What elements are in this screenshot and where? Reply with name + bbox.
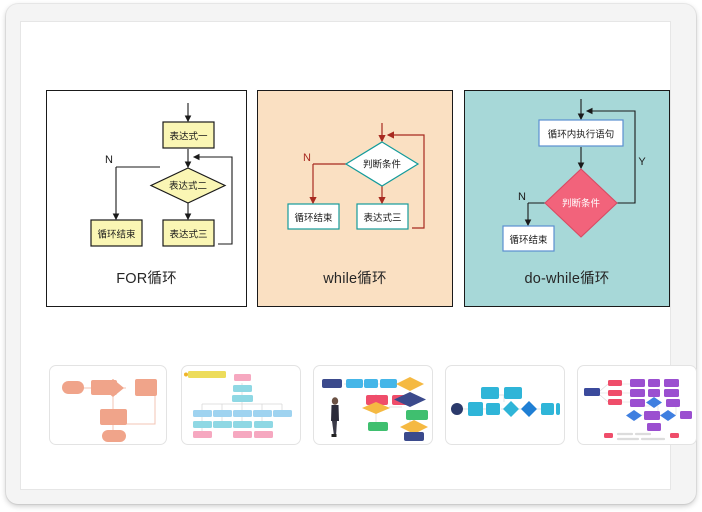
edge-label-n: N xyxy=(518,191,526,203)
thumbnail-flowchart-blue[interactable] xyxy=(445,365,565,445)
thumbnail-flowchart-person[interactable] xyxy=(313,365,433,445)
app-window: 表达式一 表达式二 循环结束 表达式三 N FOR循环 判断条件 循环结束 表达… xyxy=(6,4,697,504)
content-sheet: 表达式一 表达式二 循环结束 表达式三 N FOR循环 判断条件 循环结束 表达… xyxy=(20,21,697,490)
while-loop-flowchart: 判断条件 循环结束 表达式三 N xyxy=(258,91,452,251)
node-expr2: 表达式二 xyxy=(149,167,227,204)
node-loop-body: 循环内执行语句 xyxy=(538,119,624,147)
node-expr1: 表达式一 xyxy=(162,121,215,149)
thumbnail-flowchart-purple[interactable] xyxy=(577,365,697,445)
node-expr3: 表达式三 xyxy=(356,203,409,230)
thumbnail-flowchart-cyan[interactable] xyxy=(181,365,301,445)
panel-for-loop[interactable]: 表达式一 表达式二 循环结束 表达式三 N FOR循环 xyxy=(46,90,247,307)
panel-while-loop-title: while循环 xyxy=(323,271,387,287)
thumbnail-flowchart-salmon[interactable] xyxy=(49,365,167,445)
do-while-loop-flowchart: 循环内执行语句 判断条件 循环结束 N Y xyxy=(465,91,669,252)
node-loop-end: 循环结束 xyxy=(287,203,340,230)
node-loop-end-label: 循环结束 xyxy=(294,212,333,224)
node-condition-label: 判断条件 xyxy=(363,159,402,171)
panel-while-loop[interactable]: 判断条件 循环结束 表达式三 N while循环 xyxy=(257,90,453,307)
node-loop-end: 循环结束 xyxy=(90,219,143,247)
panel-do-while-loop-title: do-while循环 xyxy=(524,271,610,287)
edge-label-n: N xyxy=(303,152,311,164)
node-expr1-label: 表达式一 xyxy=(169,131,208,143)
node-expr2-label: 表达式二 xyxy=(169,180,207,192)
panel-do-while-loop[interactable]: 循环内执行语句 判断条件 循环结束 N Y do-while循环 xyxy=(464,90,670,307)
node-expr3-label: 表达式三 xyxy=(169,229,207,241)
for-loop-flowchart: 表达式一 表达式二 循环结束 表达式三 N xyxy=(47,91,246,251)
person-illustration-icon xyxy=(331,397,339,437)
node-loop-body-label: 循环内执行语句 xyxy=(548,129,615,141)
node-loop-end: 循环结束 xyxy=(502,225,555,252)
node-condition: 判断条件 xyxy=(544,168,618,238)
template-thumbnail-strip xyxy=(35,347,697,445)
node-expr3-label: 表达式三 xyxy=(363,212,401,224)
node-condition-label: 判断条件 xyxy=(562,198,601,210)
loop-diagram-panels: 表达式一 表达式二 循环结束 表达式三 N FOR循环 判断条件 循环结束 表达… xyxy=(46,90,670,307)
node-loop-end-label: 循环结束 xyxy=(97,229,136,241)
node-expr3: 表达式三 xyxy=(162,219,215,247)
panel-for-loop-title: FOR循环 xyxy=(116,271,177,287)
node-condition: 判断条件 xyxy=(344,141,420,187)
edge-label-y: Y xyxy=(638,156,646,168)
node-loop-end-label: 循环结束 xyxy=(509,234,548,246)
edge-label-n: N xyxy=(105,154,113,166)
